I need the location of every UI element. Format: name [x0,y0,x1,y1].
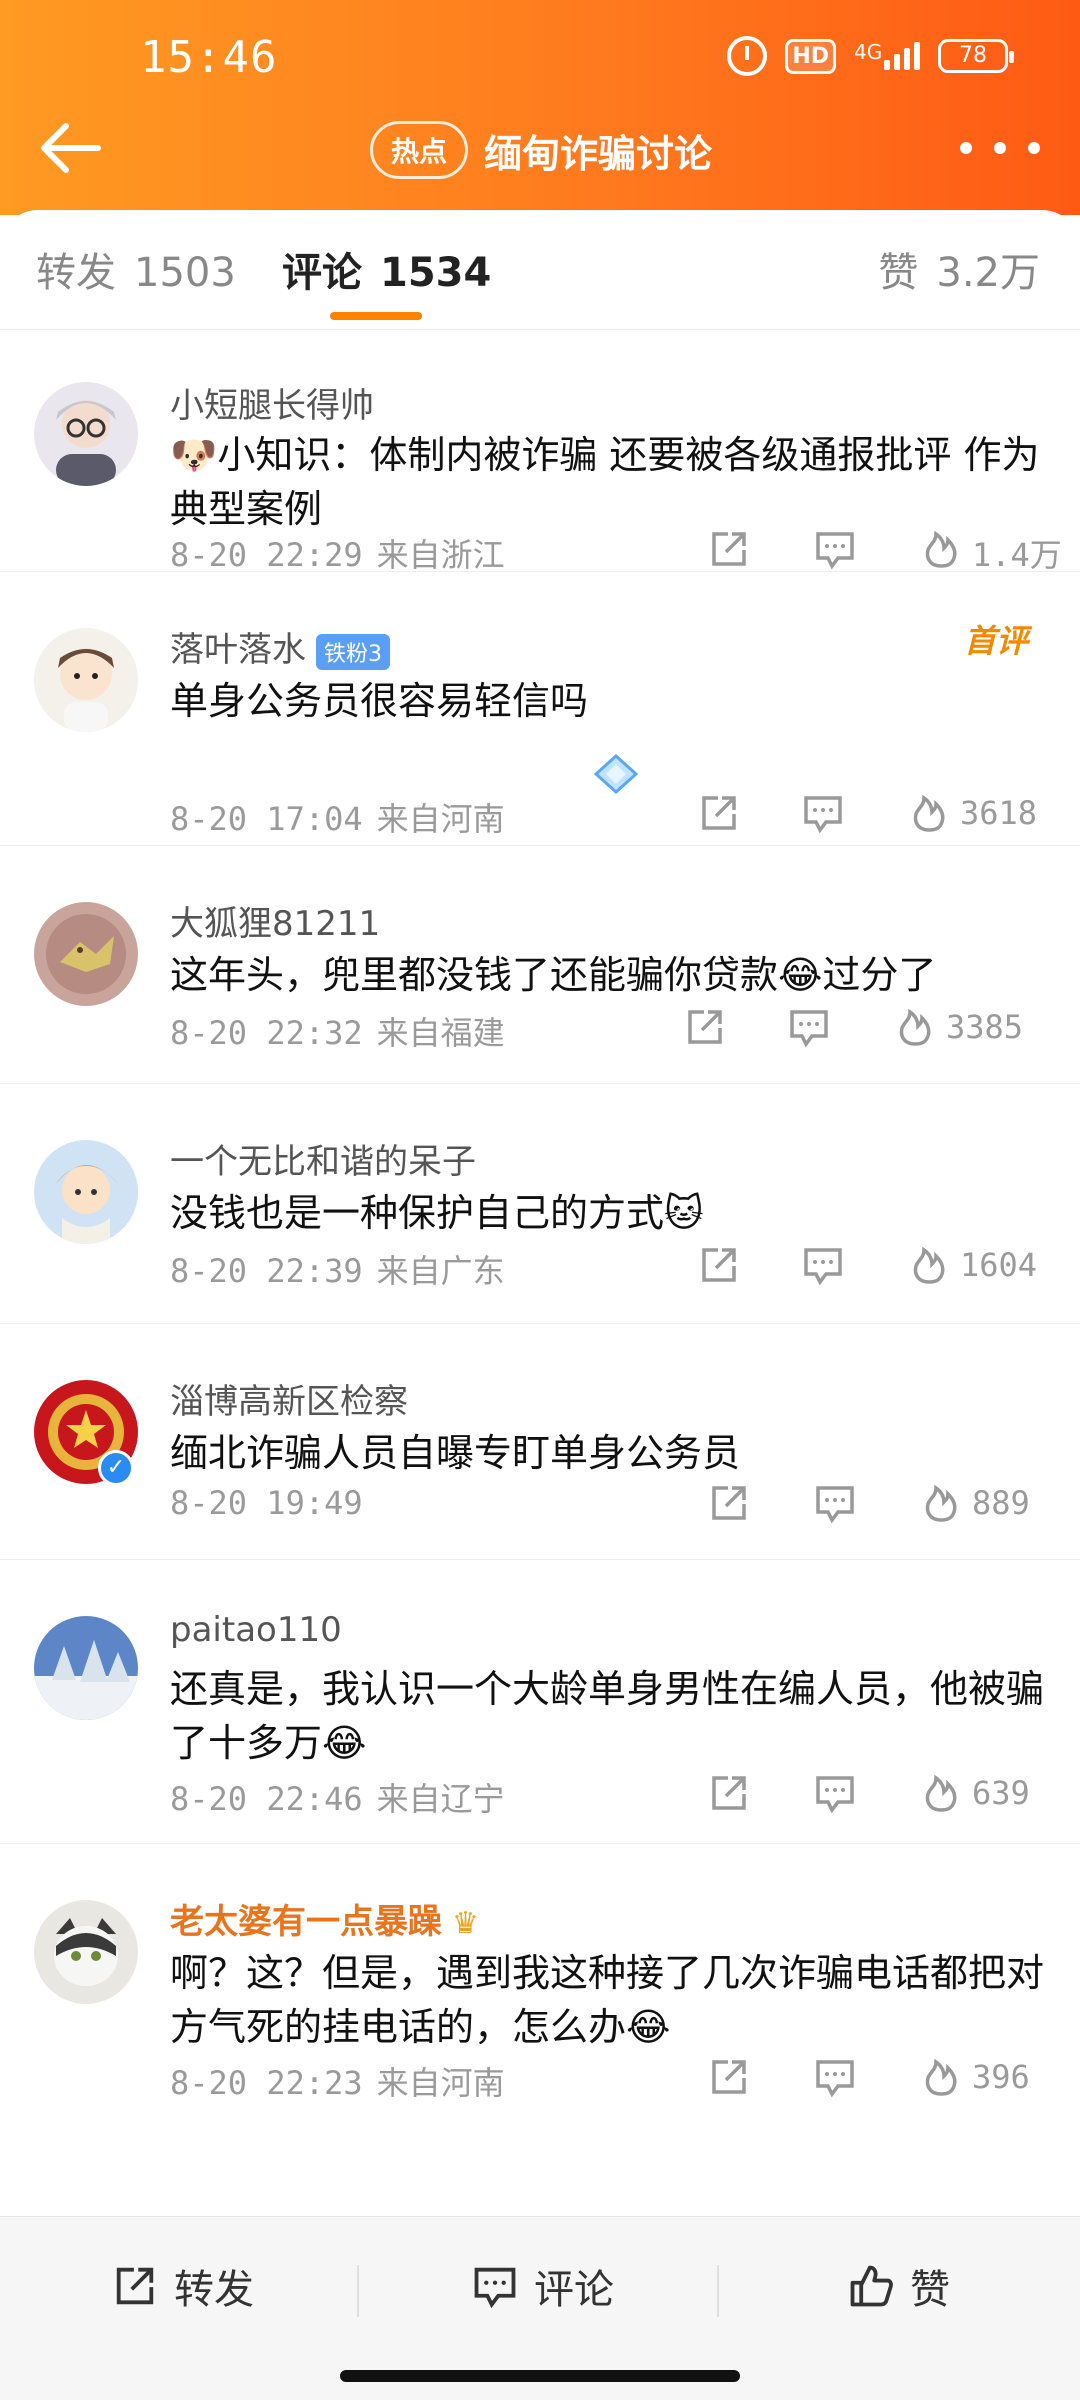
comment-icon[interactable] [812,526,858,572]
avatar[interactable] [34,628,138,732]
comment-meta: 8-20 19:49 [170,1484,363,1522]
more-button[interactable] [960,128,1040,168]
like-flame-icon[interactable] [906,788,952,834]
comment-meta: 8-20 22:39 来自广东 [170,1252,505,1290]
username[interactable]: 一个无比和谐的呆子 [170,1134,476,1183]
like-count: 639 [972,1774,1030,1812]
username[interactable]: 淄博高新区检察 [170,1374,408,1423]
like-flame-icon[interactable] [918,524,964,570]
comment-item: 老太婆有一点暴躁 ♛ 啊？这？但是，遇到我这种接了几次诈骗电话都把对方气死的挂电话… [0,1844,1080,2124]
repost-icon[interactable] [706,1480,752,1526]
comment-meta: 8-20 22:23 来自河南 [170,2064,505,2102]
username[interactable]: 大狐狸81211 [170,896,380,945]
comment-text: 单身公务员很容易轻信吗 [170,679,589,723]
avatar[interactable] [34,382,138,486]
like-count: 3618 [960,794,1038,832]
avatar[interactable] [34,1140,138,1244]
hd-icon: HD [785,38,836,74]
tab-bar: 转发 1503 评论 1534 赞 3.2万 [0,210,1080,330]
repost-icon[interactable] [706,526,752,572]
status-bar: 15:46 HD 4G 78 [0,0,1080,120]
comment-icon[interactable] [812,2054,858,2100]
comment-icon [474,2267,516,2309]
comment-icon[interactable] [812,1480,858,1526]
home-indicator[interactable] [340,2370,740,2382]
app-header: 15:46 HD 4G 78 热点 缅甸诈骗讨论 [0,0,1080,215]
comment-text: 缅北诈骗人员自曝专盯单身公务员 [170,1431,741,1475]
alarm-icon [727,36,768,76]
signal-icon: 4G [854,42,920,70]
comment-icon[interactable] [800,1242,846,1288]
comment-button[interactable]: 评论 [470,2257,614,2315]
username[interactable]: 落叶落水 铁粉3 [170,622,390,671]
like-count: 889 [972,1484,1030,1522]
comment-text: 🐶小知识：体制内被诈骗 还要被各级通报批评 作为典型案例 [170,433,1040,531]
comment-text: 没钱也是一种保护自己的方式🐱 [170,1191,704,1235]
status-time: 15:46 [140,32,278,83]
verified-badge-icon: ✓ [98,1450,134,1486]
comment-text: 啊？这？但是，遇到我这种接了几次诈骗电话都把对方气死的挂电话的，怎么办😂 [170,1951,1045,2049]
first-comment-badge: 首评 [963,622,1028,660]
username[interactable]: paitao110 [170,1610,342,1650]
like-flame-icon[interactable] [892,1002,938,1048]
comment-icon[interactable] [800,790,846,836]
username[interactable]: 小短腿长得帅 [170,378,374,427]
repost-icon[interactable] [706,1770,752,1816]
tab-repost[interactable]: 转发 1503 [36,240,236,298]
comment-item: 大狐狸81211 这年头，兜里都没钱了还能骗你贷款😂过分了 8-20 22:32… [0,846,1080,1084]
page-title: 缅甸诈骗讨论 [484,131,713,176]
comment-item: 落叶落水 铁粉3 首评 单身公务员很容易轻信吗 8-20 17:04 来自河南 36… [0,572,1080,846]
repost-icon[interactable] [706,2054,752,2100]
comment-item: paitao110 还真是，我认识一个大龄单身男性在编人员，他被骗了十多万😂 8… [0,1560,1080,1844]
vip-crown-icon: ♛ [452,1906,479,1941]
like-count: 396 [972,2058,1030,2096]
diamond-sticker-icon [593,753,639,795]
like-count: 1604 [960,1246,1038,1284]
avatar[interactable] [34,1616,138,1720]
avatar[interactable] [34,1900,138,2004]
like-flame-icon[interactable] [918,1478,964,1524]
comment-list: 小短腿长得帅 🐶小知识：体制内被诈骗 还要被各级通报批评 作为典型案例 8-20… [0,330,1080,2124]
comment-meta: 8-20 22:29 来自浙江 [170,536,505,574]
thumbs-up-icon [850,2265,893,2307]
comment-text: 还真是，我认识一个大龄单身男性在编人员，他被骗了十多万😂 [170,1667,1045,1765]
like-count: 1.4万 [972,536,1062,574]
comment-meta: 8-20 22:32 来自福建 [170,1014,505,1052]
fan-badge: 铁粉3 [316,633,390,670]
back-arrow-icon [41,123,101,173]
status-icons: HD 4G 78 [727,36,1014,76]
like-flame-icon[interactable] [906,1240,952,1286]
repost-icon[interactable] [696,790,742,836]
repost-icon[interactable] [682,1004,728,1050]
avatar[interactable] [34,902,138,1006]
like-button[interactable]: 赞 [846,2257,950,2315]
like-count: 3385 [946,1008,1024,1046]
more-dots-icon [960,142,972,154]
comment-icon[interactable] [812,1770,858,1816]
network-type: 4G [854,40,883,64]
tab-like[interactable]: 赞 3.2万 [878,240,1040,298]
divider [717,2265,719,2317]
divider [357,2265,359,2317]
repost-icon [116,2267,154,2305]
tab-comment[interactable]: 评论 1534 [282,240,491,298]
repost-icon[interactable] [696,1242,742,1288]
repost-button[interactable]: 转发 [110,2257,254,2315]
username[interactable]: 老太婆有一点暴躁 ♛ [170,1894,479,1943]
comment-meta: 8-20 22:46 来自辽宁 [170,1780,505,1818]
like-flame-icon[interactable] [918,2052,964,2098]
back-button[interactable] [36,118,106,178]
like-flame-icon[interactable] [918,1768,964,1814]
comment-item: 小短腿长得帅 🐶小知识：体制内被诈骗 还要被各级通报批评 作为典型案例 8-20… [0,330,1080,574]
active-tab-indicator [330,312,422,320]
comment-text: 这年头，兜里都没钱了还能骗你贷款😂过分了 [170,953,937,997]
comment-item: ✓ 淄博高新区检察 缅北诈骗人员自曝专盯单身公务员 8-20 19:49 889 [0,1324,1080,1560]
comment-item: 一个无比和谐的呆子 没钱也是一种保护自己的方式🐱 8-20 22:39 来自广东 … [0,1084,1080,1324]
comment-meta: 8-20 17:04 来自河南 [170,800,505,838]
hot-badge: 热点 [370,121,469,179]
battery-icon: 78 [938,39,1014,73]
comment-icon[interactable] [786,1004,832,1050]
topic-title: 热点 缅甸诈骗讨论 [370,120,712,180]
